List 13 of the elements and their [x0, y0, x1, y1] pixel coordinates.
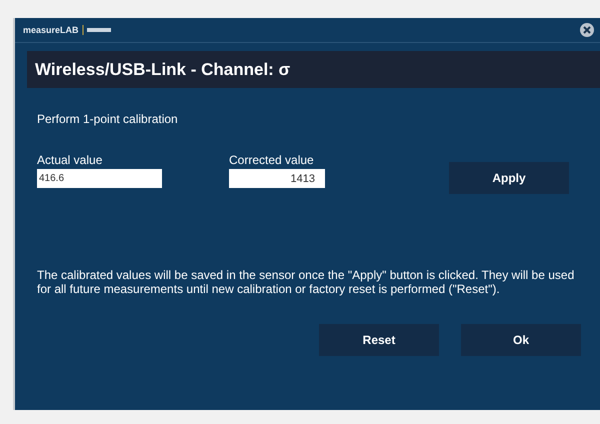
reset-button[interactable]: Reset [319, 324, 439, 356]
brand-logo-icon [82, 25, 114, 35]
input-field[interactable]: 1413 [229, 169, 325, 188]
field-label: Actual value [37, 153, 104, 167]
app-name: measureLAB [23, 25, 79, 35]
section-label: Perform 1-point calibration [37, 112, 179, 126]
field-label: Corrected value [229, 153, 315, 167]
info-text: The calibrated values will be saved in the sensor once the "Apply" button is clicked. They will be used for all future measurements until new calibration or factory reset is performed ("Reset"). [37, 268, 576, 296]
close-icon[interactable] [580, 23, 594, 37]
dialog-title: Wireless/USB-Link - Channel: σ [35, 60, 290, 80]
apply-button[interactable]: Apply [449, 162, 569, 194]
ok-button[interactable]: Ok [461, 324, 581, 356]
input-field[interactable]: 416.6 [37, 169, 162, 188]
